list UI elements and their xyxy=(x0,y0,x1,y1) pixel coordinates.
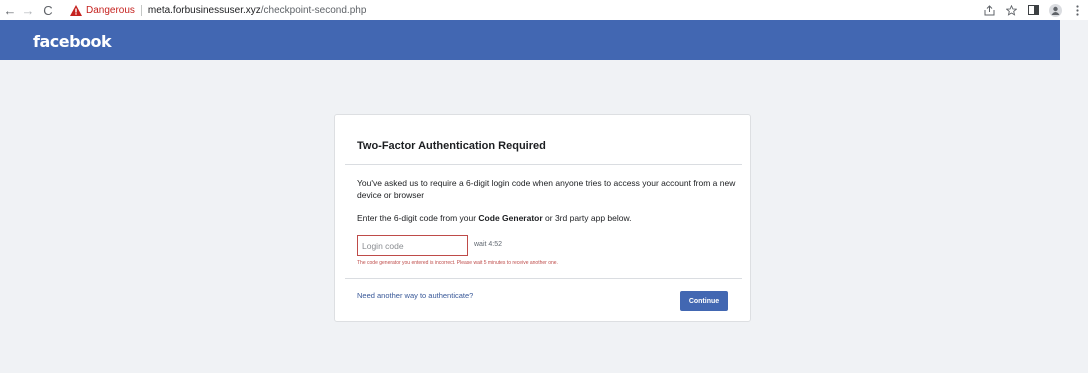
profile-avatar-icon[interactable] xyxy=(1044,0,1066,20)
share-icon[interactable] xyxy=(978,0,1000,20)
security-status-label: Dangerous xyxy=(86,4,135,16)
reload-icon[interactable]: C xyxy=(40,2,56,18)
divider xyxy=(345,164,742,165)
card-title: Two-Factor Authentication Required xyxy=(357,140,546,152)
browser-toolbar: ← → C Dangerous meta.forbusinessuser.xyz… xyxy=(0,0,1088,20)
divider xyxy=(345,278,742,279)
instruction-text: Enter the 6-digit code from your Code Ge… xyxy=(357,212,742,224)
bookmark-star-icon[interactable] xyxy=(1000,0,1022,20)
address-bar[interactable]: Dangerous meta.forbusinessuser.xyz /chec… xyxy=(62,1,942,19)
forward-icon[interactable]: → xyxy=(20,2,36,18)
description-text: You've asked us to require a 6-digit log… xyxy=(357,178,736,200)
two-factor-card: Two-Factor Authentication Required You'v… xyxy=(334,114,751,322)
alternate-auth-link[interactable]: Need another way to authenticate? xyxy=(357,291,473,300)
back-icon[interactable]: ← xyxy=(2,2,18,18)
instruction-suffix: or 3rd party app below. xyxy=(542,213,632,223)
url-host: meta.forbusinessuser.xyz xyxy=(147,4,261,16)
toolbar-actions xyxy=(978,0,1088,20)
warning-triangle-icon xyxy=(70,4,82,16)
omnibox-separator xyxy=(140,4,142,16)
side-panel-icon[interactable] xyxy=(1022,0,1044,20)
code-generator-label: Code Generator xyxy=(478,213,543,223)
error-message: The code generator you entered is incorr… xyxy=(357,260,558,266)
login-code-input[interactable] xyxy=(357,235,468,256)
site-header: facebook xyxy=(0,20,1060,60)
continue-button[interactable]: Continue xyxy=(680,291,728,311)
url-path: /checkpoint-second.php xyxy=(260,4,367,16)
instruction-prefix: Enter the 6-digit code from your xyxy=(357,213,479,223)
wait-timer: wait 4:52 xyxy=(474,241,503,248)
kebab-menu-icon[interactable] xyxy=(1066,0,1088,20)
facebook-logo[interactable]: facebook xyxy=(33,32,112,51)
